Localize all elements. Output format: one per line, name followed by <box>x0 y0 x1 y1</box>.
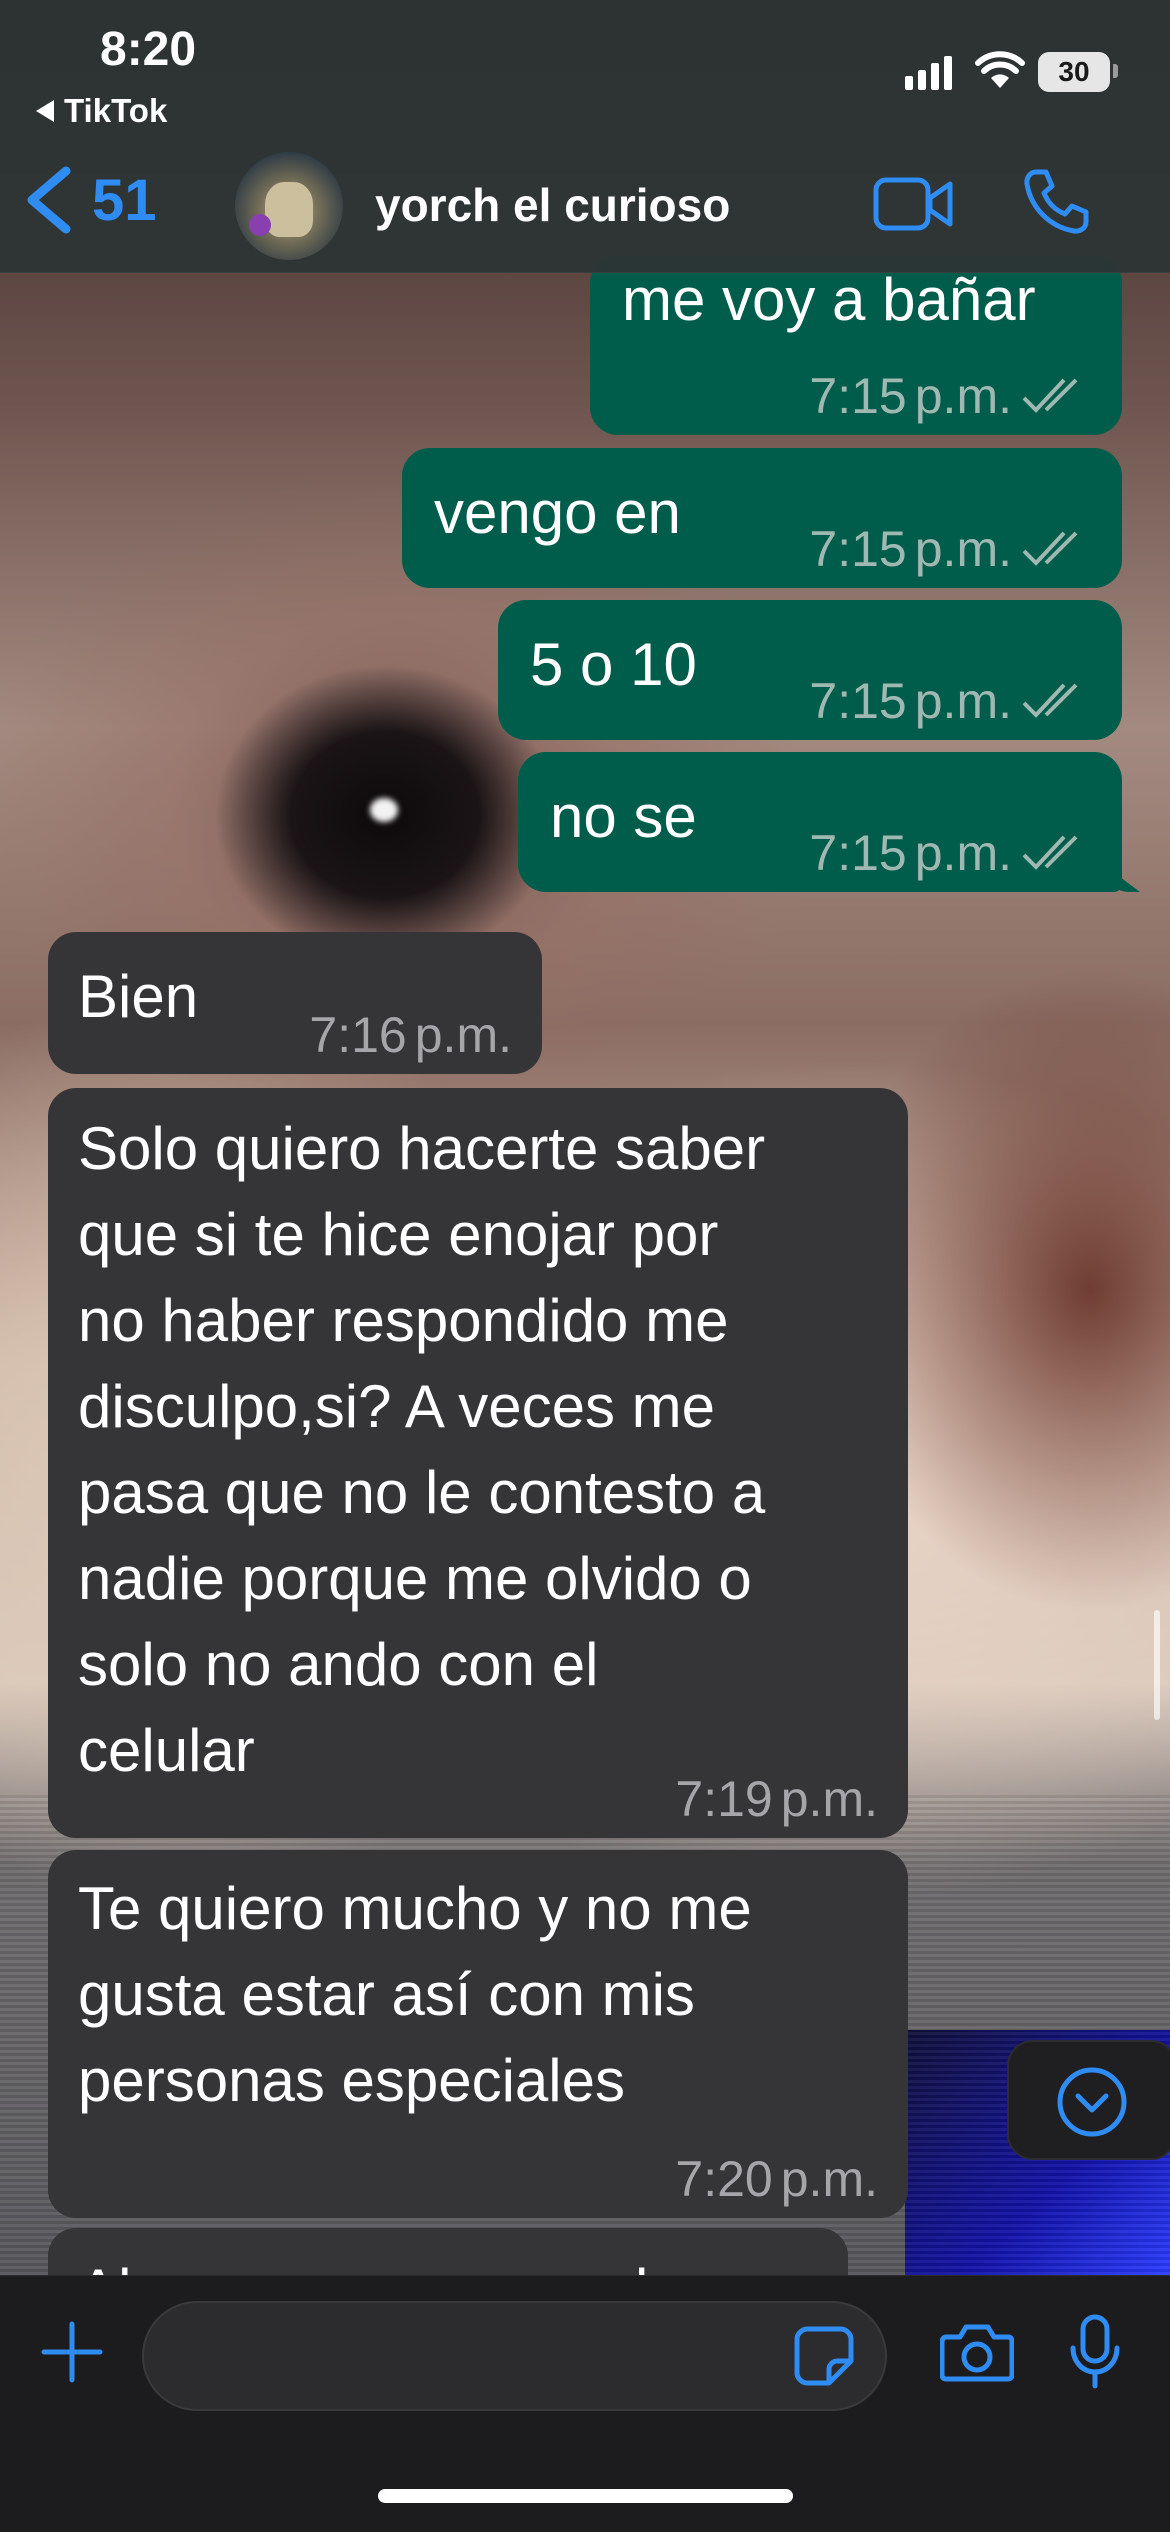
wifi-icon <box>975 51 1025 88</box>
chevron-down-icon <box>1057 2067 1127 2137</box>
battery-level: 30 <box>1038 52 1110 92</box>
message-text: Te quiero mucho y no me gusta estar así … <box>78 1875 752 2114</box>
message-text: Solo quiero hacerte saber que si te hice… <box>78 1115 766 1784</box>
video-call-icon[interactable] <box>873 172 953 236</box>
wallpaper-eye-glint <box>370 798 398 822</box>
read-ticks-icon <box>1022 835 1078 870</box>
message-text: no se <box>550 783 697 850</box>
back-triangle-icon <box>36 100 54 122</box>
message-time: 7:20 <box>675 2151 773 2207</box>
message-ampm: p.m. <box>914 368 1012 424</box>
message-time: 7:15 <box>809 825 907 881</box>
message-time: 7:15 <box>809 521 907 577</box>
sticker-icon[interactable] <box>793 2325 855 2387</box>
microphone-icon[interactable] <box>1067 2314 1123 2390</box>
back-app-label: TikTok <box>64 92 168 129</box>
message-bubble-incoming[interactable]: Solo quiero hacerte saber que si te hice… <box>48 1088 908 1838</box>
message-meta: 7:15 p.m. <box>809 824 1092 882</box>
message-composer <box>0 2275 1170 2532</box>
scroll-indicator[interactable] <box>1154 1610 1160 1720</box>
back-to-app-link[interactable]: TikTok <box>36 92 167 130</box>
message-ampm: p.m. <box>780 1771 878 1827</box>
message-text: 5 o 10 <box>530 631 697 698</box>
chat-header: 8:20 TikTok 30 51 yorch el curioso <box>0 0 1170 273</box>
status-time: 8:20 <box>100 23 197 76</box>
read-ticks-icon <box>1022 378 1078 413</box>
message-bubble-outgoing[interactable]: vengo en 7:15 p.m. <box>402 448 1122 588</box>
message-meta: 7:20 p.m. <box>675 2150 878 2208</box>
message-bubble-outgoing[interactable]: 5 o 10 7:15 p.m. <box>498 600 1122 740</box>
message-time: 7:15 <box>809 368 907 424</box>
message-time: 7:15 <box>809 673 907 729</box>
back-chevron-icon <box>27 166 71 234</box>
battery-icon <box>1113 64 1118 78</box>
message-text: Bien <box>78 963 199 1030</box>
camera-icon[interactable] <box>940 2321 1014 2383</box>
message-meta: 7:15 p.m. <box>809 520 1092 578</box>
message-input[interactable] <box>142 2301 887 2411</box>
message-ampm: p.m. <box>914 825 1012 881</box>
message-ampm: p.m. <box>914 673 1012 729</box>
unread-count: 51 <box>92 167 157 233</box>
plus-icon[interactable] <box>40 2320 104 2384</box>
message-meta: 7:15 p.m. <box>809 367 1092 425</box>
home-indicator <box>378 2489 793 2503</box>
message-time: 7:16 <box>309 1007 407 1063</box>
back-button[interactable]: 51 <box>22 165 157 235</box>
message-bubble-incoming[interactable]: Bien 7:16 p.m. <box>48 932 542 1074</box>
message-ampm: p.m. <box>414 1007 512 1063</box>
scroll-to-bottom-button[interactable] <box>1007 2040 1170 2160</box>
read-ticks-icon <box>1022 683 1078 718</box>
contact-name[interactable]: yorch el curioso <box>375 178 730 232</box>
message-meta: 7:16 p.m. <box>309 1006 512 1064</box>
message-text: vengo en <box>434 479 681 546</box>
message-bubble-outgoing[interactable]: me voy a bañar 7:15 p.m. <box>590 255 1122 435</box>
message-meta: 7:15 p.m. <box>809 672 1092 730</box>
read-ticks-icon <box>1022 531 1078 566</box>
message-ampm: p.m. <box>780 2151 878 2207</box>
message-ampm: p.m. <box>914 521 1012 577</box>
message-bubble-outgoing[interactable]: no se 7:15 p.m. <box>518 752 1140 892</box>
message-meta: 7:19 p.m. <box>675 1770 878 1828</box>
cellular-signal-icon <box>905 56 952 90</box>
avatar[interactable] <box>235 152 343 260</box>
message-time: 7:19 <box>675 1771 773 1827</box>
phone-icon[interactable] <box>1022 168 1090 236</box>
message-bubble-incoming[interactable]: Te quiero mucho y no me gusta estar así … <box>48 1850 908 2218</box>
